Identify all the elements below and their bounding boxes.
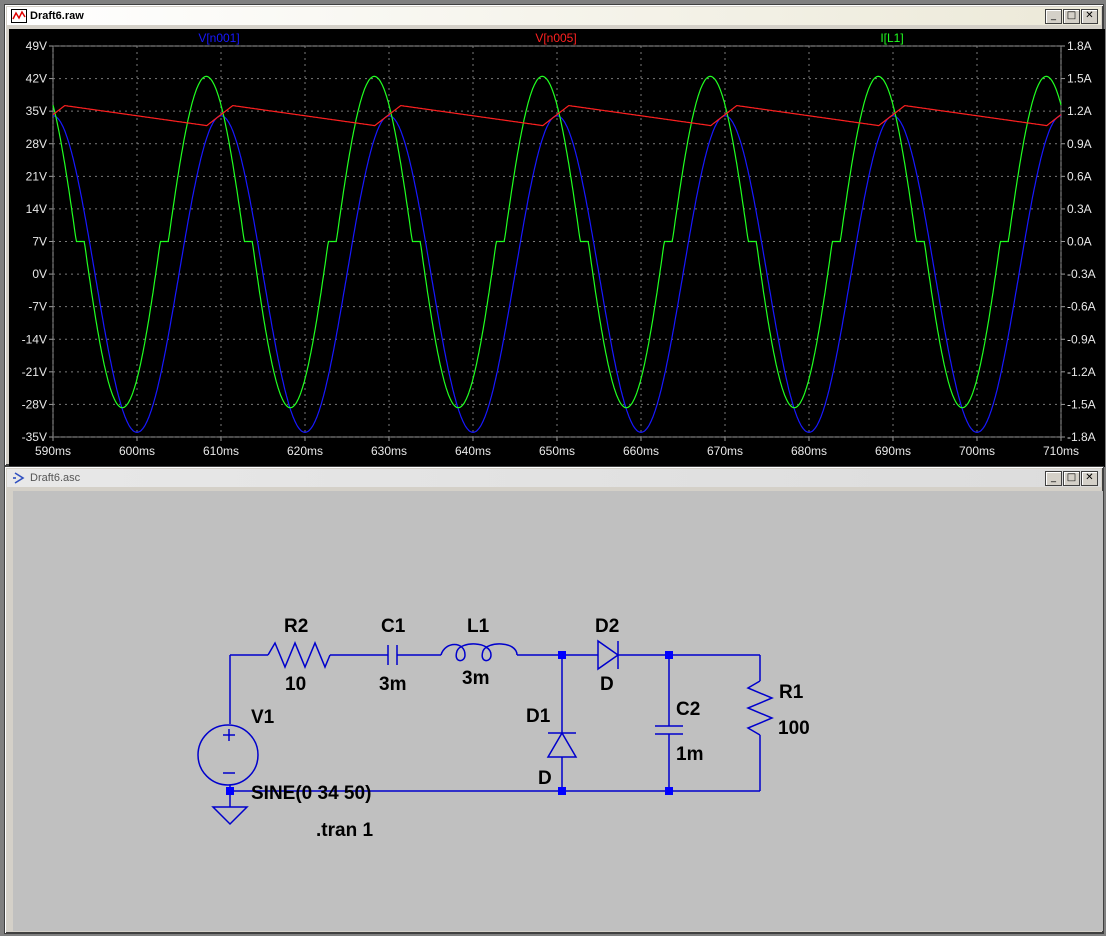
right-tick-label: 0.0A	[1067, 235, 1092, 249]
schematic-window-title: Draft6.asc	[30, 472, 81, 484]
schematic-window: Draft6.asc _ □ ✕ R2 10 C1 3m L1 3m D2 D …	[4, 466, 1104, 934]
c1-value[interactable]: 3m	[379, 674, 406, 695]
legend-vn001[interactable]: V[n001]	[198, 31, 239, 45]
right-tick-label: -0.6A	[1067, 300, 1096, 314]
minimize-button[interactable]: _	[1045, 470, 1062, 486]
waveform-plot-area[interactable]: 590ms 600ms 610ms 620ms 630ms 640ms 650ms 660ms…	[9, 29, 1105, 467]
right-tick-label: -1.8A	[1067, 430, 1096, 444]
left-tick-label: 49V	[26, 39, 47, 53]
right-tick-labels: 1.8A 1.5A 1.2A 0.9A 0.6A 0.3A 0.0A -0.3A -0.6A -0…	[1067, 39, 1096, 444]
maximize-button[interactable]: □	[1063, 8, 1080, 24]
l1-value[interactable]: 3m	[462, 668, 489, 689]
waveform-plot[interactable]: 590ms 600ms 610ms 620ms 630ms 640ms 650ms 660ms…	[9, 29, 1105, 467]
left-tick-label: 14V	[26, 202, 47, 216]
d2-value[interactable]: D	[600, 674, 614, 695]
left-tick-label: -14V	[22, 332, 47, 346]
c1-ref[interactable]: C1	[381, 616, 406, 637]
x-tick-label: 650ms	[539, 444, 575, 458]
right-tick-label: -0.9A	[1067, 332, 1096, 346]
right-tick-label: -1.2A	[1067, 365, 1096, 379]
left-tick-label: -21V	[22, 365, 47, 379]
schematic-canvas[interactable]: R2 10 C1 3m L1 3m D2 D D1 D C2 1m R1 100…	[13, 491, 1103, 931]
right-tick-label: 0.3A	[1067, 202, 1092, 216]
left-tick-labels: 49V 42V 35V 28V 21V 14V 7V 0V -7V -14V -21V -28V -35…	[22, 39, 47, 444]
close-button[interactable]: ✕	[1081, 8, 1098, 24]
x-tick-label: 600ms	[119, 444, 155, 458]
v1-ref[interactable]: V1	[251, 707, 275, 728]
left-tick-label: 21V	[26, 169, 47, 183]
right-tick-label: 0.6A	[1067, 169, 1092, 183]
left-tick-label: 35V	[26, 104, 47, 118]
x-tick-label: 660ms	[623, 444, 659, 458]
right-tick-label: -1.5A	[1067, 397, 1096, 411]
x-tick-label: 620ms	[287, 444, 323, 458]
maximize-button[interactable]: □	[1063, 470, 1080, 486]
trace-legend: V[n001] V[n005] I[L1]	[198, 31, 903, 45]
x-tick-label: 710ms	[1043, 444, 1079, 458]
c2-value[interactable]: 1m	[676, 744, 703, 765]
x-tick-labels: 590ms 600ms 610ms 620ms 630ms 640ms 650ms 660ms…	[35, 444, 1079, 458]
right-tick-label: 1.2A	[1067, 104, 1092, 118]
x-tick-label: 700ms	[959, 444, 995, 458]
schematic-drawing[interactable]: R2 10 C1 3m L1 3m D2 D D1 D C2 1m R1 100…	[13, 491, 1103, 931]
minimize-button[interactable]: _	[1045, 8, 1062, 24]
close-button[interactable]: ✕	[1081, 470, 1098, 486]
r1-ref[interactable]: R1	[779, 682, 804, 703]
schematic-titlebar[interactable]: Draft6.asc _ □ ✕	[7, 469, 1101, 487]
left-tick-label: 7V	[32, 235, 47, 249]
r2-ref[interactable]: R2	[284, 616, 308, 637]
x-tick-label: 630ms	[371, 444, 407, 458]
legend-il1[interactable]: I[L1]	[880, 31, 903, 45]
x-tick-label: 680ms	[791, 444, 827, 458]
v1-value[interactable]: SINE(0 34 50)	[251, 783, 371, 804]
x-tick-label: 670ms	[707, 444, 743, 458]
l1-ref[interactable]: L1	[467, 616, 490, 637]
r1-value[interactable]: 100	[778, 718, 810, 739]
r2-value[interactable]: 10	[285, 674, 306, 695]
right-tick-label: 1.8A	[1067, 39, 1092, 53]
right-tick-label: 0.9A	[1067, 137, 1092, 151]
left-tick-label: 42V	[26, 72, 47, 86]
waveform-window: Draft6.raw _ □ ✕ 590ms 600ms 610ms 620ms 630…	[4, 4, 1105, 467]
schematic-window-icon	[11, 470, 27, 486]
d1-value[interactable]: D	[538, 768, 552, 789]
left-tick-label: 28V	[26, 137, 47, 151]
c2-ref[interactable]: C2	[676, 699, 700, 720]
x-tick-label: 590ms	[35, 444, 71, 458]
left-tick-label: -7V	[28, 300, 47, 314]
legend-vn005[interactable]: V[n005]	[535, 31, 576, 45]
x-tick-label: 690ms	[875, 444, 911, 458]
right-tick-label: 1.5A	[1067, 72, 1092, 86]
left-tick-label: -28V	[22, 397, 47, 411]
right-tick-label: -0.3A	[1067, 267, 1096, 281]
x-tick-label: 610ms	[203, 444, 239, 458]
d2-ref[interactable]: D2	[595, 616, 619, 637]
d1-ref[interactable]: D1	[526, 706, 551, 727]
left-tick-label: 0V	[32, 267, 47, 281]
waveform-window-icon	[11, 8, 27, 24]
tran-directive[interactable]: .tran 1	[316, 820, 373, 841]
waveform-titlebar[interactable]: Draft6.raw _ □ ✕	[7, 7, 1101, 25]
x-tick-label: 640ms	[455, 444, 491, 458]
left-tick-label: -35V	[22, 430, 47, 444]
junction-nodes	[226, 651, 673, 795]
waveform-window-title: Draft6.raw	[30, 10, 84, 22]
